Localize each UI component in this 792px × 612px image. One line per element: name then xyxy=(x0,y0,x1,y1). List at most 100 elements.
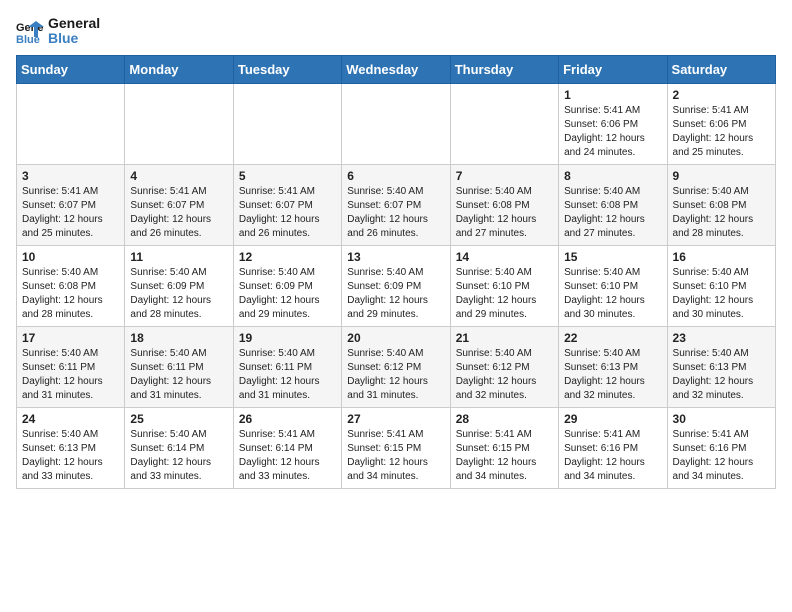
day-number: 7 xyxy=(456,169,553,183)
day-number: 11 xyxy=(130,250,227,264)
day-info: Sunrise: 5:40 AM Sunset: 6:11 PM Dayligh… xyxy=(239,347,336,403)
calendar-header-row: SundayMondayTuesdayWednesdayThursdayFrid… xyxy=(17,55,776,83)
day-header-thursday: Thursday xyxy=(450,55,558,83)
day-header-wednesday: Wednesday xyxy=(342,55,450,83)
day-info: Sunrise: 5:41 AM Sunset: 6:07 PM Dayligh… xyxy=(239,185,336,241)
calendar-cell: 16 Sunrise: 5:40 AM Sunset: 6:10 PM Dayli… xyxy=(667,245,775,326)
day-info: Sunrise: 5:41 AM Sunset: 6:14 PM Dayligh… xyxy=(239,428,336,484)
day-info: Sunrise: 5:40 AM Sunset: 6:11 PM Dayligh… xyxy=(22,347,119,403)
logo-icon: General Blue xyxy=(16,17,44,45)
day-header-monday: Monday xyxy=(125,55,233,83)
day-info: Sunrise: 5:41 AM Sunset: 6:16 PM Dayligh… xyxy=(564,428,661,484)
day-info: Sunrise: 5:40 AM Sunset: 6:09 PM Dayligh… xyxy=(239,266,336,322)
calendar-cell: 26 Sunrise: 5:41 AM Sunset: 6:14 PM Dayli… xyxy=(233,407,341,488)
day-info: Sunrise: 5:40 AM Sunset: 6:12 PM Dayligh… xyxy=(347,347,444,403)
day-info: Sunrise: 5:41 AM Sunset: 6:06 PM Dayligh… xyxy=(564,104,661,160)
calendar-cell: 7 Sunrise: 5:40 AM Sunset: 6:08 PM Daylig… xyxy=(450,164,558,245)
day-number: 26 xyxy=(239,412,336,426)
calendar-cell: 10 Sunrise: 5:40 AM Sunset: 6:08 PM Dayli… xyxy=(17,245,125,326)
day-info: Sunrise: 5:40 AM Sunset: 6:11 PM Dayligh… xyxy=(130,347,227,403)
day-number: 22 xyxy=(564,331,661,345)
calendar-cell: 30 Sunrise: 5:41 AM Sunset: 6:16 PM Dayli… xyxy=(667,407,775,488)
day-number: 8 xyxy=(564,169,661,183)
calendar-week-row: 17 Sunrise: 5:40 AM Sunset: 6:11 PM Dayli… xyxy=(17,326,776,407)
calendar-cell: 17 Sunrise: 5:40 AM Sunset: 6:11 PM Dayli… xyxy=(17,326,125,407)
day-number: 14 xyxy=(456,250,553,264)
day-header-friday: Friday xyxy=(559,55,667,83)
calendar-cell xyxy=(125,83,233,164)
calendar-cell: 13Sunrise: 5:40 AM Sunset: 6:09 PM Dayli… xyxy=(342,245,450,326)
day-info: Sunrise: 5:40 AM Sunset: 6:08 PM Dayligh… xyxy=(22,266,119,322)
day-header-saturday: Saturday xyxy=(667,55,775,83)
day-info: Sunrise: 5:40 AM Sunset: 6:12 PM Dayligh… xyxy=(456,347,553,403)
day-number: 3 xyxy=(22,169,119,183)
day-number: 29 xyxy=(564,412,661,426)
calendar-cell: 27 Sunrise: 5:41 AM Sunset: 6:15 PM Dayli… xyxy=(342,407,450,488)
day-header-sunday: Sunday xyxy=(17,55,125,83)
calendar-cell: 6Sunrise: 5:40 AM Sunset: 6:07 PM Daylig… xyxy=(342,164,450,245)
day-info: Sunrise: 5:41 AM Sunset: 6:07 PM Dayligh… xyxy=(130,185,227,241)
day-info: Sunrise: 5:41 AM Sunset: 6:16 PM Dayligh… xyxy=(673,428,770,484)
calendar-cell xyxy=(342,83,450,164)
day-number: 9 xyxy=(673,169,770,183)
day-number: 1 xyxy=(564,88,661,102)
svg-text:General: General xyxy=(16,22,44,34)
day-number: 19 xyxy=(239,331,336,345)
day-info: Sunrise: 5:40 AM Sunset: 6:10 PM Dayligh… xyxy=(456,266,553,322)
calendar-cell: 3 Sunrise: 5:41 AM Sunset: 6:07 PM Daylig… xyxy=(17,164,125,245)
calendar-cell: 4Sunrise: 5:41 AM Sunset: 6:07 PM Daylig… xyxy=(125,164,233,245)
day-number: 24 xyxy=(22,412,119,426)
day-info: Sunrise: 5:40 AM Sunset: 6:10 PM Dayligh… xyxy=(564,266,661,322)
day-info: Sunrise: 5:40 AM Sunset: 6:09 PM Dayligh… xyxy=(347,266,444,322)
day-info: Sunrise: 5:41 AM Sunset: 6:06 PM Dayligh… xyxy=(673,104,770,160)
calendar-cell xyxy=(450,83,558,164)
calendar-cell: 15Sunrise: 5:40 AM Sunset: 6:10 PM Dayli… xyxy=(559,245,667,326)
day-number: 17 xyxy=(22,331,119,345)
calendar-cell: 1 Sunrise: 5:41 AM Sunset: 6:06 PM Daylig… xyxy=(559,83,667,164)
calendar-week-row: 3 Sunrise: 5:41 AM Sunset: 6:07 PM Daylig… xyxy=(17,164,776,245)
day-info: Sunrise: 5:40 AM Sunset: 6:08 PM Dayligh… xyxy=(673,185,770,241)
day-number: 10 xyxy=(22,250,119,264)
day-number: 21 xyxy=(456,331,553,345)
day-number: 25 xyxy=(130,412,227,426)
day-info: Sunrise: 5:41 AM Sunset: 6:07 PM Dayligh… xyxy=(22,185,119,241)
calendar-cell xyxy=(233,83,341,164)
calendar-cell: 29 Sunrise: 5:41 AM Sunset: 6:16 PM Dayli… xyxy=(559,407,667,488)
calendar-cell: 2 Sunrise: 5:41 AM Sunset: 6:06 PM Daylig… xyxy=(667,83,775,164)
day-info: Sunrise: 5:41 AM Sunset: 6:15 PM Dayligh… xyxy=(456,428,553,484)
calendar-week-row: 1 Sunrise: 5:41 AM Sunset: 6:06 PM Daylig… xyxy=(17,83,776,164)
calendar-week-row: 24Sunrise: 5:40 AM Sunset: 6:13 PM Dayli… xyxy=(17,407,776,488)
logo: General Blue General Blue xyxy=(16,16,100,47)
day-number: 27 xyxy=(347,412,444,426)
day-info: Sunrise: 5:40 AM Sunset: 6:08 PM Dayligh… xyxy=(456,185,553,241)
day-number: 2 xyxy=(673,88,770,102)
day-info: Sunrise: 5:41 AM Sunset: 6:15 PM Dayligh… xyxy=(347,428,444,484)
day-info: Sunrise: 5:40 AM Sunset: 6:14 PM Dayligh… xyxy=(130,428,227,484)
calendar-cell: 23Sunrise: 5:40 AM Sunset: 6:13 PM Dayli… xyxy=(667,326,775,407)
day-header-tuesday: Tuesday xyxy=(233,55,341,83)
calendar-cell: 9 Sunrise: 5:40 AM Sunset: 6:08 PM Daylig… xyxy=(667,164,775,245)
calendar-cell: 18 Sunrise: 5:40 AM Sunset: 6:11 PM Dayli… xyxy=(125,326,233,407)
calendar-cell: 25 Sunrise: 5:40 AM Sunset: 6:14 PM Dayli… xyxy=(125,407,233,488)
day-number: 5 xyxy=(239,169,336,183)
day-info: Sunrise: 5:40 AM Sunset: 6:13 PM Dayligh… xyxy=(564,347,661,403)
calendar-cell: 24Sunrise: 5:40 AM Sunset: 6:13 PM Dayli… xyxy=(17,407,125,488)
page-header: General Blue General Blue xyxy=(16,16,776,47)
day-info: Sunrise: 5:40 AM Sunset: 6:10 PM Dayligh… xyxy=(673,266,770,322)
calendar-cell: 5 Sunrise: 5:41 AM Sunset: 6:07 PM Daylig… xyxy=(233,164,341,245)
day-number: 20 xyxy=(347,331,444,345)
calendar-cell: 8 Sunrise: 5:40 AM Sunset: 6:08 PM Daylig… xyxy=(559,164,667,245)
day-number: 30 xyxy=(673,412,770,426)
calendar-cell: 11 Sunrise: 5:40 AM Sunset: 6:09 PM Dayli… xyxy=(125,245,233,326)
day-number: 18 xyxy=(130,331,227,345)
day-info: Sunrise: 5:40 AM Sunset: 6:09 PM Dayligh… xyxy=(130,266,227,322)
day-number: 16 xyxy=(673,250,770,264)
day-info: Sunrise: 5:40 AM Sunset: 6:08 PM Dayligh… xyxy=(564,185,661,241)
calendar-cell: 14 Sunrise: 5:40 AM Sunset: 6:10 PM Dayli… xyxy=(450,245,558,326)
calendar-cell: 21 Sunrise: 5:40 AM Sunset: 6:12 PM Dayli… xyxy=(450,326,558,407)
calendar-cell: 19 Sunrise: 5:40 AM Sunset: 6:11 PM Dayli… xyxy=(233,326,341,407)
calendar-week-row: 10 Sunrise: 5:40 AM Sunset: 6:08 PM Dayli… xyxy=(17,245,776,326)
calendar-table: SundayMondayTuesdayWednesdayThursdayFrid… xyxy=(16,55,776,489)
day-number: 6 xyxy=(347,169,444,183)
calendar-cell: 20 Sunrise: 5:40 AM Sunset: 6:12 PM Dayli… xyxy=(342,326,450,407)
